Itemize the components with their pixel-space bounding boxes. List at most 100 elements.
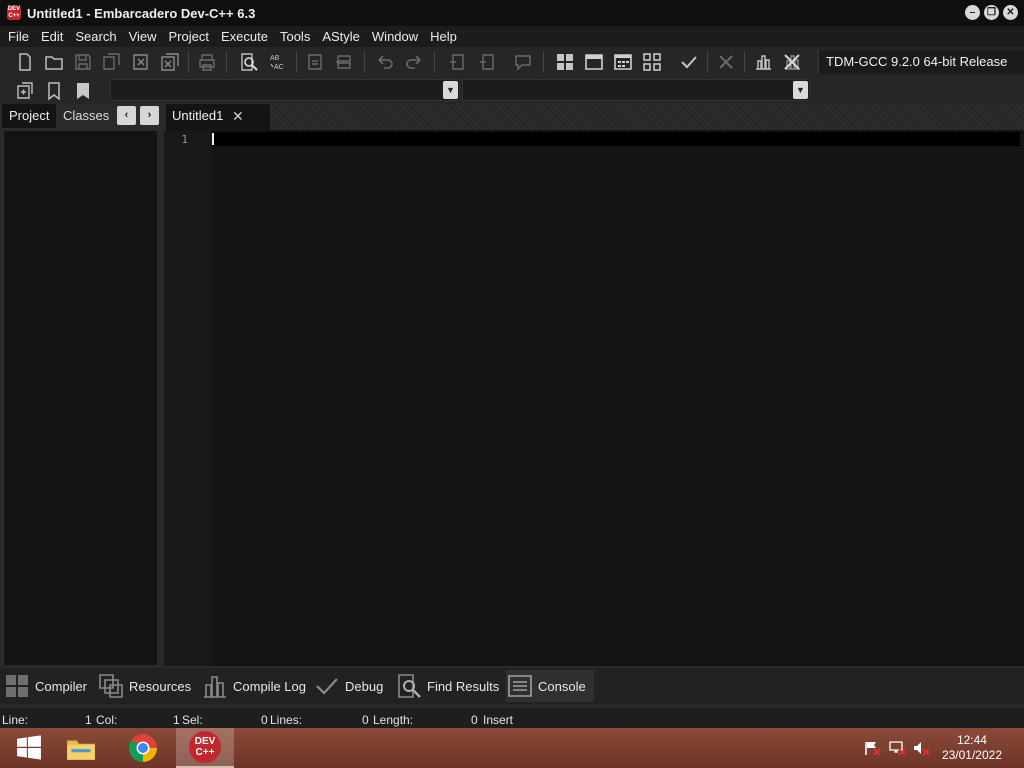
- devcpp-task-button[interactable]: DEV C++: [176, 728, 234, 768]
- save-icon[interactable]: [70, 49, 96, 75]
- indent-icon[interactable]: [302, 49, 328, 75]
- compile-run-icon[interactable]: [610, 49, 636, 75]
- comment-icon[interactable]: [510, 49, 536, 75]
- resources-icon: [99, 674, 123, 698]
- run-icon[interactable]: [581, 49, 607, 75]
- bookmark-add-icon[interactable]: [444, 49, 470, 75]
- svg-text:AB: AB: [270, 55, 280, 62]
- editor-tab-strip: Untitled1 ✕: [164, 104, 1024, 130]
- find-icon[interactable]: [236, 49, 262, 75]
- compile-log-icon: [204, 676, 226, 698]
- save-all-icon[interactable]: [99, 49, 125, 75]
- line-number: 1: [181, 133, 188, 146]
- windows-start-button[interactable]: [0, 728, 58, 768]
- tab-compiler-label: Compiler: [35, 678, 88, 694]
- tab-classes[interactable]: Classes: [56, 104, 116, 128]
- compile-icon[interactable]: [552, 49, 578, 75]
- insert-icon[interactable]: [12, 78, 38, 104]
- delete-profile-icon[interactable]: [779, 49, 805, 75]
- chevron-down-icon[interactable]: ▼: [443, 81, 458, 99]
- bookmark-remove-icon[interactable]: [474, 49, 500, 75]
- class-combo[interactable]: ▼: [110, 79, 460, 101]
- replace-icon[interactable]: AB AC: [265, 49, 291, 75]
- taskbar: DEV C++ 12:44 23/01/2022: [0, 728, 1024, 768]
- close-icon[interactable]: [128, 49, 154, 75]
- menu-tools[interactable]: Tools: [274, 26, 316, 47]
- stop-icon[interactable]: [713, 49, 739, 75]
- status-line-value: 1: [85, 713, 92, 727]
- compiler-icon: [6, 675, 28, 697]
- status-col-label: Col:: [96, 713, 118, 727]
- menu-execute[interactable]: Execute: [215, 26, 274, 47]
- window-title: Untitled1 - Embarcadero Dev-C++ 6.3: [27, 5, 256, 21]
- tab-project[interactable]: Project: [2, 104, 57, 128]
- status-bar: Line: 1 Col: 1 Sel: 0 Lines: 0 Length: 0…: [0, 708, 1024, 728]
- chrome-button[interactable]: [114, 728, 172, 768]
- close-window-button[interactable]: ✕: [1003, 5, 1018, 20]
- menu-astyle[interactable]: AStyle: [316, 26, 366, 47]
- clock-date: 23/01/2022: [941, 748, 1002, 762]
- redo-icon[interactable]: [401, 49, 427, 75]
- chevron-left-icon[interactable]: ‹: [117, 106, 136, 125]
- tab-find-results[interactable]: Find Results: [395, 670, 499, 702]
- new-file-icon[interactable]: [12, 49, 38, 75]
- devcpp-icon: DEV C++: [189, 731, 221, 763]
- action-center-icon[interactable]: [864, 740, 882, 756]
- close-icon[interactable]: ✕: [232, 104, 244, 128]
- menu-help[interactable]: Help: [424, 26, 463, 47]
- editor-tab-untitled1[interactable]: Untitled1 ✕: [166, 104, 270, 130]
- code-editor[interactable]: 1: [164, 130, 1024, 666]
- compiler-select[interactable]: TDM-GCC 9.2.0 64-bit Release: [818, 50, 1024, 74]
- minimize-button[interactable]: –: [965, 5, 980, 20]
- chevron-down-icon[interactable]: ▼: [793, 81, 808, 99]
- print-icon[interactable]: [194, 49, 220, 75]
- menu-search[interactable]: Search: [69, 26, 122, 47]
- status-lines-label: Lines:: [270, 713, 303, 727]
- status-col-value: 1: [173, 713, 180, 727]
- status-sel-value: 0: [261, 713, 268, 727]
- menu-file[interactable]: File: [2, 26, 35, 47]
- line-gutter: 1: [164, 130, 212, 666]
- project-tree-panel[interactable]: [3, 130, 158, 666]
- tab-resources[interactable]: Resources: [97, 670, 191, 702]
- search-icon: [398, 674, 421, 698]
- tab-debug-label: Debug: [345, 678, 384, 694]
- menu-edit[interactable]: Edit: [35, 26, 69, 47]
- clock-time: 12:44: [956, 733, 987, 747]
- text-caret: [212, 133, 214, 145]
- open-icon[interactable]: [41, 49, 67, 75]
- menu-window[interactable]: Window: [366, 26, 424, 47]
- tab-console[interactable]: Console: [506, 670, 594, 702]
- svg-text:AC: AC: [274, 64, 284, 71]
- tab-compiler[interactable]: Compiler: [3, 670, 87, 702]
- status-lines-value: 0: [362, 713, 369, 727]
- unindent-icon[interactable]: [331, 49, 357, 75]
- console-icon: [508, 675, 532, 697]
- editor-tab-label: Untitled1: [172, 108, 224, 123]
- status-line-label: Line:: [2, 713, 29, 727]
- undo-icon[interactable]: [372, 49, 398, 75]
- chevron-right-icon[interactable]: ›: [140, 106, 159, 125]
- restore-button[interactable]: ❐: [984, 5, 999, 20]
- volume-muted-icon[interactable]: [912, 740, 930, 756]
- tab-debug[interactable]: Debug: [313, 670, 383, 702]
- status-sel-label: Sel:: [182, 713, 203, 727]
- check-icon: [316, 678, 338, 695]
- member-combo[interactable]: ▼: [462, 79, 810, 101]
- file-explorer-button[interactable]: [52, 728, 110, 768]
- goto-bookmark-icon[interactable]: [70, 78, 96, 104]
- menu-project[interactable]: Project: [163, 26, 215, 47]
- rebuild-icon[interactable]: [639, 49, 665, 75]
- bookmark-icon[interactable]: [41, 78, 67, 104]
- menu-view[interactable]: View: [123, 26, 163, 47]
- network-icon[interactable]: [888, 740, 906, 756]
- system-clock[interactable]: 12:44 23/01/2022: [942, 733, 1002, 763]
- tab-compile-log[interactable]: Compile Log: [201, 670, 306, 702]
- windows-logo-icon: [17, 735, 41, 760]
- close-all-icon[interactable]: [157, 49, 183, 75]
- active-line-highlight: [212, 132, 1020, 146]
- chart-icon[interactable]: [750, 49, 776, 75]
- check-icon[interactable]: [676, 49, 702, 75]
- status-mode: Insert: [483, 713, 514, 727]
- tab-resources-label: Resources: [129, 678, 192, 694]
